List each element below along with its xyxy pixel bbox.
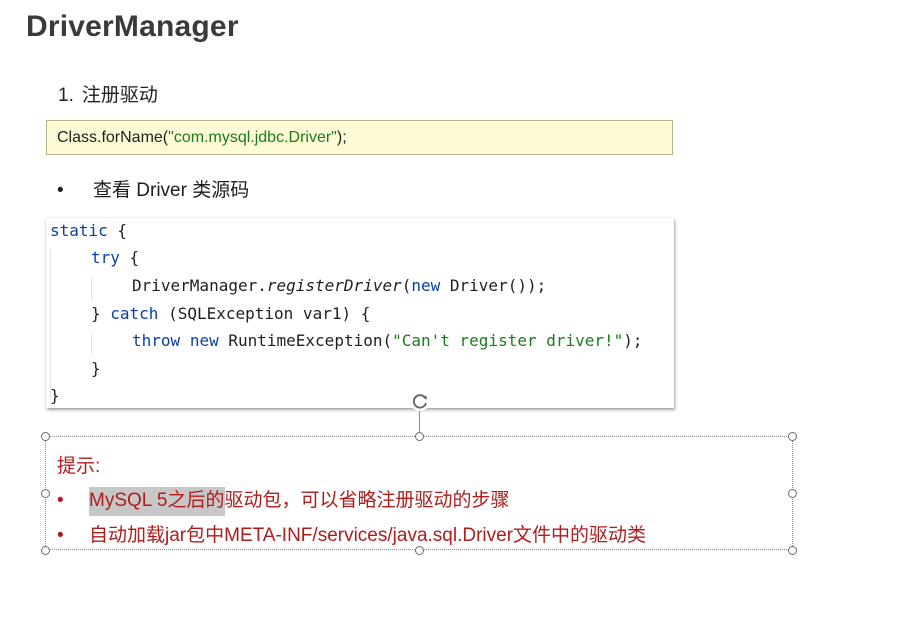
tip-item-text[interactable]: 自动加载jar包中META-INF/services/java.sql.Driv… xyxy=(89,525,646,546)
code-line-2: try { xyxy=(91,248,140,267)
code-suffix: ); xyxy=(336,129,347,146)
code-prefix: Class.forName( xyxy=(57,129,169,146)
code-line-7: } xyxy=(50,386,60,405)
indent-guide xyxy=(91,333,92,355)
bullet-marker: • xyxy=(57,180,64,201)
tip-bullet: • xyxy=(57,490,64,511)
code-line-6: } xyxy=(91,359,101,378)
rotate-handle-icon[interactable] xyxy=(409,390,431,412)
tip-item-text[interactable]: 驱动包，可以省略注册驱动的步骤 xyxy=(225,490,510,511)
code-line-4: } catch (SQLException var1) { xyxy=(91,304,371,323)
code-line-5: throw new RuntimeException("Can't regist… xyxy=(132,331,643,350)
step-text: 注册驱动 xyxy=(81,85,158,106)
indent-guide xyxy=(91,278,92,300)
tip-title[interactable]: 提示: xyxy=(57,451,100,478)
resize-handle-top-right[interactable] xyxy=(788,432,797,441)
indent-guide xyxy=(50,250,51,398)
tip-item-2[interactable]: • 自动加载jar包中META-INF/services/java.sql.Dri… xyxy=(57,520,646,547)
register-driver-code: Class.forName("com.mysql.jdbc.Driver"); xyxy=(46,120,673,155)
highlighted-text[interactable]: MySQL 5之后的 xyxy=(89,487,225,516)
bullet-view-source: • 查看 Driver 类源码 xyxy=(57,175,249,202)
tip-bullet: • xyxy=(57,525,64,546)
resize-handle-bottom-right[interactable] xyxy=(788,546,797,555)
resize-handle-right[interactable] xyxy=(788,489,797,498)
code-line-1: static { xyxy=(50,221,128,240)
resize-handle-left[interactable] xyxy=(41,489,50,498)
resize-handle-top-left[interactable] xyxy=(41,432,50,441)
driver-source-code-block: static { try { DriverManager.registerDri… xyxy=(46,218,674,408)
resize-handle-top[interactable] xyxy=(415,432,424,441)
bullet-text: 查看 Driver 类源码 xyxy=(93,180,250,201)
step-number: 1. xyxy=(58,85,74,106)
code-string: "com.mysql.jdbc.Driver" xyxy=(168,129,337,146)
step-heading: 1. 注册驱动 xyxy=(58,80,158,107)
code-line-3: DriverManager.registerDriver(new Driver(… xyxy=(132,276,547,295)
resize-handle-bottom[interactable] xyxy=(415,546,424,555)
slide-title: DriverManager xyxy=(26,10,239,43)
tip-item-1[interactable]: • MySQL 5之后的驱动包，可以省略注册驱动的步骤 xyxy=(57,485,510,516)
resize-handle-bottom-left[interactable] xyxy=(41,546,50,555)
